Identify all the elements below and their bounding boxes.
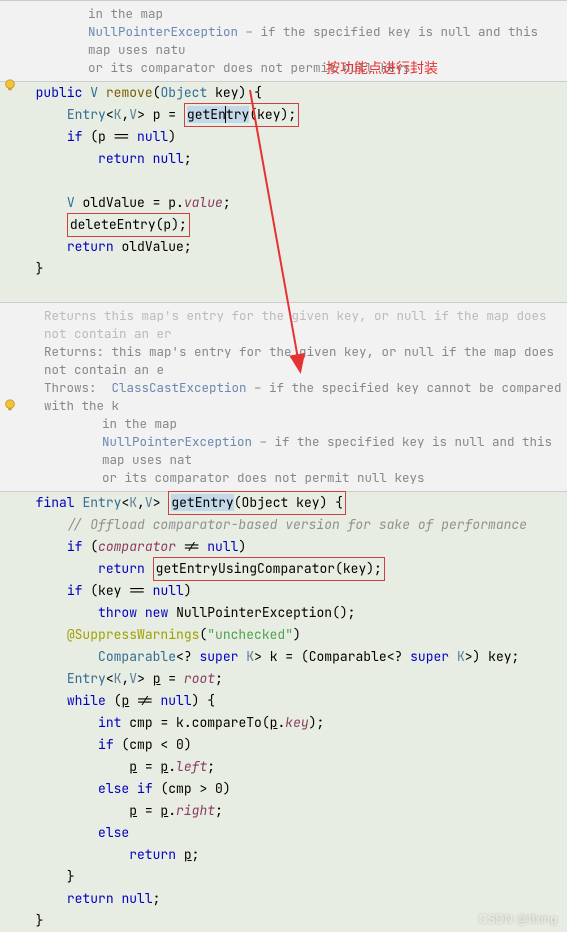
kw-null: null [153,582,184,599]
doc-null: null [404,343,434,360]
var-p: p [129,758,137,775]
kw-return: return [67,890,114,907]
kw-if: if [137,780,153,797]
kw-return: return [129,846,176,863]
var-p: p [184,846,192,863]
var-k: k [270,648,278,665]
generic-V: V [129,670,137,687]
kw-null: null [153,150,184,167]
kw-final: final [36,494,75,511]
method-remove[interactable]: public V remove(Object key) { Entry<K,V>… [0,82,567,302]
annotation-text: 按功能点进行封装 [326,58,438,78]
type-npe: NullPointerException [176,604,332,621]
generic-K: K [114,106,122,123]
cast: (Comparable<? [301,648,410,665]
code-editor[interactable]: in the map NullPointerException – if the… [0,0,567,932]
doc-throws-label: Throws: [44,379,97,396]
intention-bulb-icon[interactable] [3,78,17,92]
var-p: p [153,106,161,123]
type-entry: Entry [67,106,106,123]
kw-int: int [98,714,121,731]
kw-return: return [98,560,145,577]
type-comparable: Comparable [98,648,176,665]
method-name: remove [106,84,153,101]
kw-new: new [145,604,168,621]
kw-super: super [199,648,238,665]
kw-null: null [137,128,168,145]
generic-V: V [145,494,153,511]
generic-K: K [114,670,122,687]
var-p: p [153,670,161,687]
type-V: V [90,84,98,101]
kw-if: if [67,538,83,555]
watermark: CSDN @tfxing [479,912,557,926]
kw-if: if [98,736,114,753]
javadoc-block-2: Returns this map's entry for the given k… [0,302,567,492]
kw-else: else [98,780,129,797]
field-root: root [184,670,215,687]
field-left: left [176,758,207,775]
kw-while: while [67,692,106,709]
comment: // Offload comparator-based version for … [67,516,527,533]
literal-zero: 0 [176,736,184,753]
highlighted-call-getEntry: getEntry(key); [184,103,299,127]
var-oldValue: oldValue [82,194,144,211]
type-object: Object [160,84,207,101]
doc-exception: NullPointerException [102,433,252,450]
generic-K: K [129,494,137,511]
string-unchecked: "unchecked" [207,626,293,643]
param-key: key [98,582,121,599]
intention-bulb-icon[interactable] [3,398,17,412]
var-p: p [270,714,278,731]
doc-text: or its comparator does not permit null k… [102,469,425,486]
method-getEntry[interactable]: final Entry<K,V> getEntry(Object key) { … [0,492,567,932]
var-p: p [160,758,168,775]
kw-null: null [121,890,152,907]
kw-super: super [410,648,449,665]
generic-V: V [129,106,137,123]
doc-text: in the map [102,415,177,432]
param-key: key [215,84,238,101]
kw-null: null [207,538,238,555]
field-comparator: comparator [98,538,176,555]
field-value: value [184,194,223,211]
var-p: p [121,692,129,709]
generic-K: K [246,648,254,665]
doc-exception: ClassCastException [112,379,247,396]
field-key: key [285,714,308,731]
method-compareTo: compareTo [192,714,262,731]
var-p: p [160,802,168,819]
annotation-suppress: @SuppressWarnings [67,626,200,643]
generic-K: K [457,648,465,665]
type-V: V [67,194,75,211]
doc-ghost: Returns this map's entry for the given k… [44,307,554,342]
doc-returns-label: Returns: [44,343,104,360]
literal-zero: 0 [215,780,223,797]
kw-null: null [160,692,191,709]
kw-return: return [67,238,114,255]
doc-text: this map's entry for the given key, or [104,343,404,360]
kw-if: if [67,582,83,599]
cast2: >) key; [465,648,520,665]
field-right: right [176,802,215,819]
highlighted-call-deleteEntry: deleteEntry(p); [67,213,190,237]
javadoc-block-1: in the map NullPointerException – if the… [0,0,567,82]
type-entry: Entry [67,670,106,687]
var-oldValue: oldValue [121,238,183,255]
highlighted-call-getEntryUsingComparator: getEntryUsingComparator(key); [153,557,385,581]
doc-text: in the map [88,5,163,22]
var-cmp: cmp [129,714,152,731]
kw-else: else [98,824,129,841]
kw-if: if [67,128,83,145]
highlighted-signature: getEntry(Object key) { [168,491,346,515]
kw-return: return [98,150,145,167]
kw-public: public [36,84,83,101]
kw-throw: throw [98,604,137,621]
var-p: p [129,802,137,819]
doc-exception: NullPointerException [88,23,238,40]
type-entry: Entry [82,494,121,511]
